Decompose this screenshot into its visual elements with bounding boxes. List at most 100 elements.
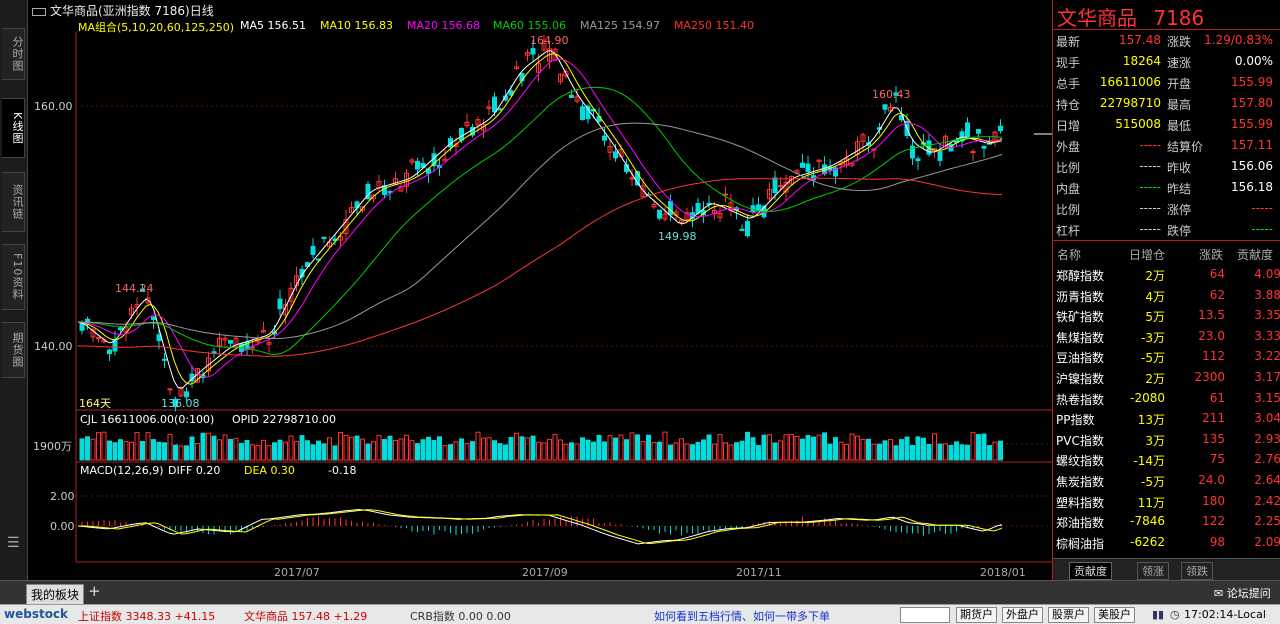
volume-bar — [712, 443, 717, 461]
x-axis-label: 2018/01 — [980, 566, 1026, 579]
quote-value: 1.29/0.83% — [1204, 33, 1273, 47]
x-axis-label: 2017/11 — [736, 566, 782, 579]
time-display: 17:02:14-Local — [1184, 608, 1266, 621]
candle-body — [937, 151, 943, 161]
volume-bar — [558, 439, 563, 461]
volume-bar — [926, 443, 932, 461]
volume-bar — [404, 434, 409, 461]
table-row[interactable]: 塑料指数 11万 180 2.42 — [1053, 491, 1280, 511]
table-row[interactable]: 棕榈油指 -6262 98 2.09 — [1053, 532, 1280, 552]
volume-bar — [855, 435, 860, 461]
macd-axis-label: 2.00 — [50, 490, 75, 503]
volume-bar — [734, 442, 739, 461]
table-cell-oi: 13万 — [1137, 413, 1165, 428]
volume-bar — [244, 439, 250, 461]
volume-bar — [745, 431, 750, 461]
my-sector-tab[interactable]: 我的板块 — [26, 584, 85, 605]
volume-bar — [860, 438, 866, 461]
candle-body — [668, 200, 673, 216]
table-row[interactable]: 焦炭指数 -5万 24.0 2.64 — [1053, 470, 1280, 490]
volume-bar — [255, 445, 261, 461]
volume-bar — [904, 436, 910, 461]
table-cell-contrib: 3.04 — [1254, 411, 1280, 426]
volume-bar — [739, 440, 745, 461]
stock-account-button[interactable]: 股票户 — [1048, 607, 1089, 623]
volume-bar — [569, 442, 574, 461]
quote-value: ----- — [1251, 201, 1273, 215]
volume-bar — [497, 443, 503, 461]
volume-bar — [519, 436, 525, 461]
wenhua-index[interactable]: 文华商品 157.48 +1.29 — [244, 608, 367, 624]
tab-f10[interactable]: F10资料 — [2, 244, 25, 310]
volume-bar — [239, 442, 244, 461]
tab-top-losers[interactable]: 领跌 — [1181, 562, 1213, 580]
table-row[interactable]: 沪镍指数 2万 2300 3.17 — [1053, 367, 1280, 387]
candle-body — [602, 135, 607, 141]
volume-bar — [783, 434, 789, 461]
table-cell-contrib: 4.09 — [1254, 267, 1280, 281]
volume-bar — [118, 439, 123, 461]
quote-value: 155.99 — [1231, 117, 1273, 131]
table-row[interactable]: 郑醇指数 2万 64 4.09 — [1053, 264, 1280, 284]
volume-bar — [794, 435, 800, 461]
volume-bar — [343, 434, 349, 461]
volume-bar — [398, 438, 404, 461]
quote-value: ----- — [1139, 138, 1161, 152]
table-row[interactable]: PP指数 13万 211 3.04 — [1053, 408, 1280, 428]
shanghai-index[interactable]: 上证指数 3348.33 +41.15 — [78, 608, 215, 624]
volume-bar — [525, 437, 530, 461]
chart-svg — [75, 32, 1052, 563]
quote-label: 总手 — [1056, 77, 1081, 91]
table-row[interactable]: 铁矿指数 5万 13.5 3.35 — [1053, 305, 1280, 325]
table-row[interactable]: 郑油指数 -7846 122 2.25 — [1053, 511, 1280, 531]
price-axis-label: 160.00 — [34, 100, 73, 113]
high-annotation: 164.90 — [530, 34, 569, 47]
quote-row: 杠杆 ----- 跌停 ----- — [1053, 219, 1280, 240]
volume-bar — [668, 444, 673, 461]
volume-bar — [272, 442, 277, 461]
quote-value: ----- — [1139, 159, 1161, 173]
volume-bar — [492, 440, 497, 461]
kline-chart-area[interactable]: 文华商品(亚洲指数 7186)日线 MA组合(5,10,20,60,125,25… — [28, 0, 1052, 580]
tab-contribution[interactable]: 贡献度 — [1069, 562, 1112, 580]
volume-bar — [805, 434, 811, 461]
table-row[interactable]: 热卷指数 -2080 61 3.15 — [1053, 388, 1280, 408]
futures-account-button[interactable]: 期货户 — [956, 607, 997, 623]
help-link[interactable]: 如何看到五档行情、如何一带多下单 — [654, 608, 830, 624]
tab-futures-circle[interactable]: 期货圈 — [2, 322, 25, 378]
tab-timeshare[interactable]: 分时图 — [2, 28, 25, 80]
table-row[interactable]: 螺纹指数 -14万 75 2.76 — [1053, 449, 1280, 469]
table-row[interactable]: 沥青指数 4万 62 3.88 — [1053, 285, 1280, 305]
tab-news[interactable]: 资讯链 — [2, 172, 25, 232]
ma-line — [78, 177, 1003, 357]
status-bar: webstock 上证指数 3348.33 +41.15 文华商品 157.48… — [0, 604, 1280, 624]
quote-row: 持仓 22798710 最高 157.80 — [1053, 93, 1280, 114]
forum-button[interactable]: ✉ 论坛提问 — [1214, 585, 1271, 601]
quote-label: 涨跌 — [1167, 35, 1192, 49]
table-row[interactable]: 焦煤指数 -3万 23.0 3.33 — [1053, 326, 1280, 346]
search-input[interactable] — [900, 607, 950, 623]
volume-bar — [184, 445, 189, 461]
volume-bar — [552, 434, 558, 461]
table-row[interactable]: PVC指数 3万 135 2.93 — [1053, 429, 1280, 449]
candle-body — [745, 221, 750, 237]
volume-bar — [574, 443, 580, 461]
candle-body — [800, 162, 805, 168]
menu-icon[interactable]: ☰ — [7, 535, 20, 551]
tab-top-gainers[interactable]: 领涨 — [1137, 562, 1169, 580]
foreign-account-button[interactable]: 外盘户 — [1002, 607, 1043, 623]
price-axis-label: 140.00 — [34, 340, 73, 353]
volume-bar — [327, 437, 332, 461]
volume-bar — [987, 445, 992, 461]
crb-index[interactable]: CRB指数 0.00 0.00 — [410, 608, 511, 624]
tab-kline[interactable]: K线图 — [2, 98, 25, 158]
quote-value: ----- — [1139, 222, 1161, 236]
volume-bar — [772, 442, 778, 461]
volume-bar — [107, 440, 112, 461]
add-tab-button[interactable]: + — [88, 582, 101, 600]
us-stock-account-button[interactable]: 美股户 — [1094, 607, 1135, 623]
table-cell-contrib: 3.35 — [1254, 308, 1280, 323]
table-row[interactable]: 豆油指数 -5万 112 3.22 — [1053, 346, 1280, 366]
volume-bar — [547, 438, 552, 461]
quote-row: 内盘 ----- 昨结 156.18 — [1053, 177, 1280, 198]
